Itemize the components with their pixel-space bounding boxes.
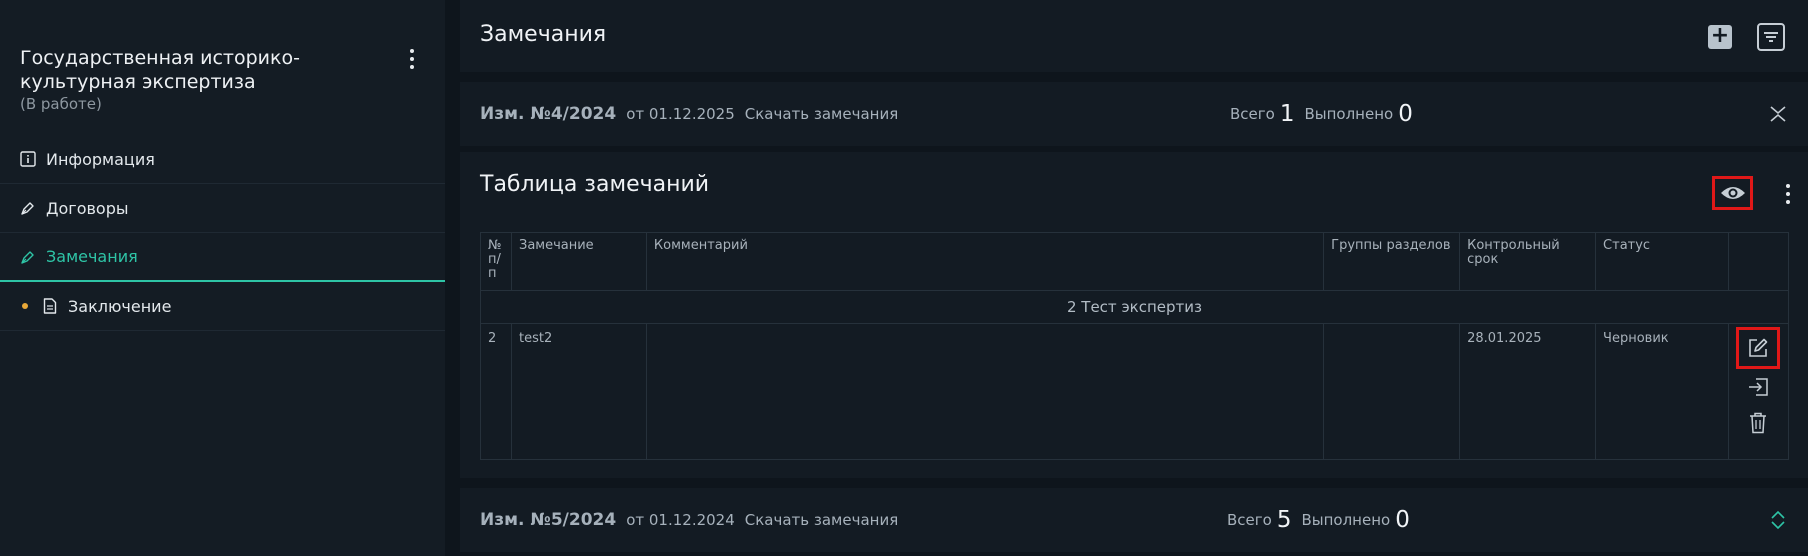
project-status: (В работе) — [20, 95, 102, 113]
done-label: Выполнено — [1301, 511, 1391, 529]
done-count: 0 — [1395, 507, 1410, 533]
group-label: 2 Тест экспертиз — [480, 290, 1789, 324]
revision-header[interactable]: Изм. №5/2024 от 01.12.2024 Скачать замеч… — [460, 488, 1808, 552]
filter-icon — [1764, 32, 1778, 42]
filter-button[interactable] — [1757, 23, 1785, 51]
pen-icon — [20, 200, 36, 216]
column-header[interactable]: Статус — [1595, 232, 1729, 291]
side-menu: Информация Договоры Замечания Заключение — [0, 135, 445, 331]
remarks-table-panel: Таблица замечаний № п/п Замечание Коммен… — [460, 152, 1808, 478]
sidebar-item-conclusion[interactable]: Заключение — [0, 282, 445, 331]
revision-stats: Всего 5 Выполнено 0 — [1227, 488, 1420, 552]
trash-icon — [1750, 412, 1767, 434]
pen-icon — [20, 249, 36, 265]
edit-icon — [1749, 338, 1768, 357]
revision-header[interactable]: Изм. №4/2024 от 01.12.2025 Скачать замеч… — [460, 82, 1808, 146]
transfer-button[interactable] — [1736, 369, 1780, 405]
column-header[interactable]: Группы разделов — [1323, 232, 1461, 291]
group-row: 2 Тест экспертиз — [480, 290, 1789, 324]
revision-stats: Всего 1 Выполнено 0 — [1230, 82, 1423, 146]
table-menu-button[interactable] — [1778, 181, 1798, 207]
cell-groups — [1323, 323, 1461, 460]
document-icon — [42, 298, 58, 314]
sidebar-item-label: Замечания — [46, 247, 138, 266]
view-button[interactable] — [1712, 176, 1753, 210]
login-arrow-icon — [1749, 378, 1769, 396]
sidebar-item-label: Договоры — [46, 198, 129, 218]
sidebar-item-remarks[interactable]: Замечания — [0, 233, 445, 282]
table-header-row: № п/п Замечание Комментарий Группы разде… — [480, 232, 1790, 291]
download-remarks-link[interactable]: Скачать замечания — [745, 511, 898, 529]
total-label: Всего — [1230, 105, 1275, 123]
eye-icon — [1720, 187, 1745, 199]
total-label: Всего — [1227, 511, 1272, 529]
expand-icon — [1771, 510, 1785, 530]
collapse-icon — [1770, 106, 1786, 122]
table-row[interactable]: 2 test2 28.01.2025 Черновик — [480, 323, 1790, 460]
revision-number: Изм. №5/2024 — [480, 510, 617, 530]
done-count: 0 — [1398, 101, 1413, 127]
sidebar: Государственная историко-культурная эксп… — [0, 0, 445, 556]
revision-date: от 01.12.2025 — [626, 105, 735, 123]
cell-number: 2 — [480, 323, 512, 460]
delete-button[interactable] — [1736, 405, 1780, 441]
total-count: 5 — [1276, 507, 1292, 533]
add-remark-button[interactable]: + — [1708, 25, 1732, 49]
revision-date: от 01.12.2024 — [626, 511, 735, 529]
project-menu-button[interactable] — [402, 46, 422, 72]
sidebar-item-contracts[interactable]: Договоры — [0, 184, 445, 233]
revision-number: Изм. №4/2024 — [480, 104, 617, 124]
page-header: Замечания + — [460, 0, 1808, 72]
column-header[interactable]: № п/п — [480, 232, 512, 291]
cell-comment — [645, 323, 1325, 460]
page-title: Замечания — [480, 22, 607, 47]
column-header[interactable]: Контрольный срок — [1459, 232, 1597, 291]
row-actions — [1727, 323, 1790, 460]
expand-button[interactable] — [1766, 508, 1790, 532]
cell-remark: test2 — [510, 323, 647, 460]
sidebar-item-label: Информация — [46, 149, 155, 169]
info-icon — [20, 151, 36, 167]
edit-button[interactable] — [1736, 327, 1781, 369]
table-title: Таблица замечаний — [480, 172, 710, 197]
done-label: Выполнено — [1304, 105, 1394, 123]
cell-status: Черновик — [1595, 323, 1729, 460]
column-header[interactable]: Замечание — [510, 232, 647, 291]
status-dot — [22, 303, 28, 309]
total-count: 1 — [1279, 101, 1295, 127]
collapse-button[interactable] — [1766, 102, 1790, 126]
cell-deadline: 28.01.2025 — [1459, 323, 1597, 460]
column-header[interactable]: Комментарий — [645, 232, 1325, 291]
download-remarks-link[interactable]: Скачать замечания — [745, 105, 898, 123]
project-title: Государственная историко-культурная эксп… — [20, 47, 300, 93]
sidebar-item-label: Заключение — [68, 296, 172, 316]
sidebar-item-information[interactable]: Информация — [0, 135, 445, 184]
actions-header — [1727, 232, 1790, 291]
remarks-table: № п/п Замечание Комментарий Группы разде… — [480, 232, 1790, 460]
